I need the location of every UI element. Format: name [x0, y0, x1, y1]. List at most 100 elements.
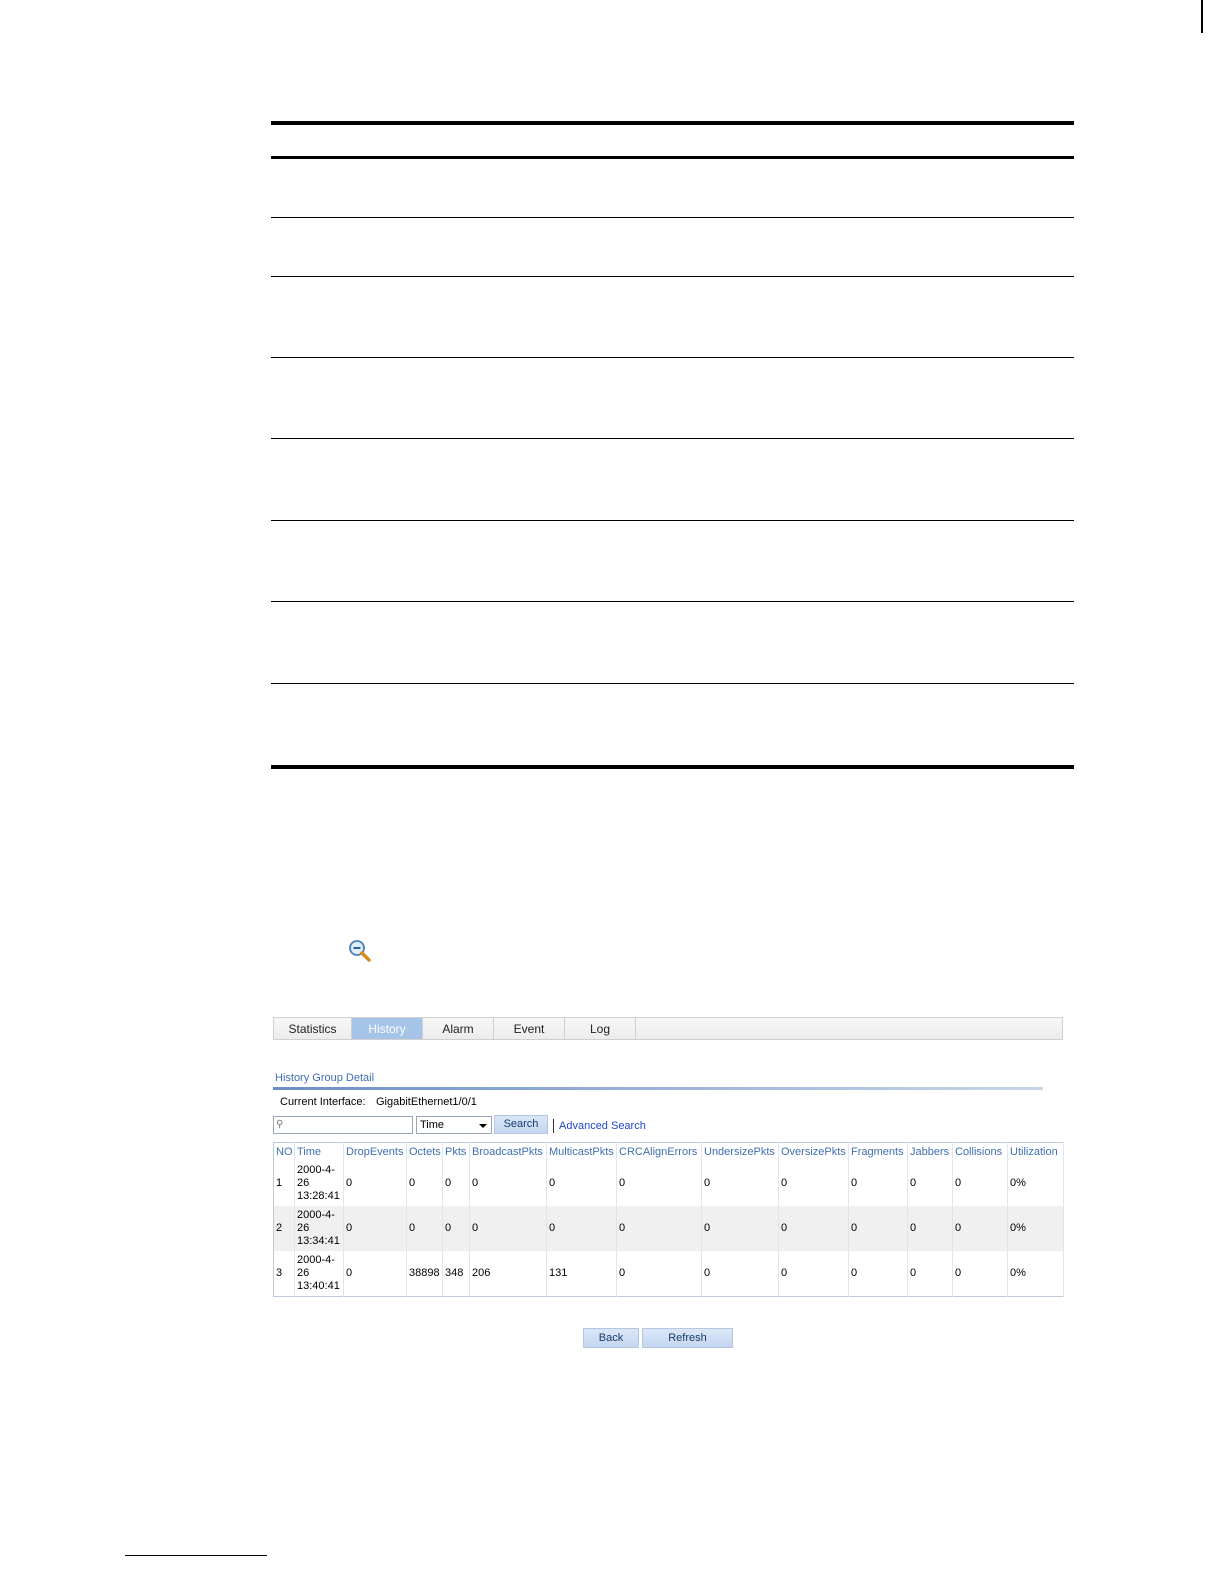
table-cell: 0 — [907, 1251, 953, 1297]
cell-no: 3 — [273, 1251, 295, 1297]
table-row: 3 2000-4- 26 13:40:41 0 38898 348 206 131 … — [273, 1251, 1064, 1297]
cell-time: 2000-4- 26 13:34:41 — [294, 1206, 344, 1251]
table-rule — [271, 217, 1074, 218]
table-cell: 0% — [1007, 1251, 1064, 1297]
column-header[interactable]: CRCAlignErrors — [616, 1142, 702, 1161]
search-field-select[interactable]: Time — [416, 1116, 492, 1134]
section-divider — [273, 1087, 1043, 1090]
table-cell: 0 — [952, 1206, 1008, 1251]
table-rule-top — [271, 121, 1074, 125]
table-rule — [271, 683, 1074, 684]
table-cell: 0 — [343, 1206, 407, 1251]
column-header[interactable]: Octets — [406, 1142, 443, 1161]
table-cell: 0 — [848, 1161, 908, 1206]
tab-history[interactable]: History — [352, 1018, 423, 1039]
tab-statistics[interactable]: Statistics — [274, 1018, 352, 1039]
table-cell: 348 — [442, 1251, 470, 1297]
column-header[interactable]: Jabbers — [907, 1142, 953, 1161]
tab-bar: Statistics History Alarm Event Log — [273, 1017, 1063, 1040]
table-cell: 0 — [701, 1161, 779, 1206]
tab-alarm[interactable]: Alarm — [423, 1018, 494, 1039]
time-clock: 13:40:41 — [297, 1280, 340, 1292]
table-cell: 0 — [778, 1251, 849, 1297]
table-cell: 0 — [469, 1206, 547, 1251]
column-header[interactable]: OversizePkts — [778, 1142, 849, 1161]
cell-time: 2000-4- 26 13:40:41 — [294, 1251, 344, 1297]
footnote-rule — [125, 1555, 267, 1556]
table-rule-header — [271, 156, 1074, 159]
table-cell: 0 — [546, 1206, 617, 1251]
cell-no: 1 — [273, 1161, 295, 1206]
table-cell: 0 — [442, 1206, 470, 1251]
table-cell: 131 — [546, 1251, 617, 1297]
table-row: 2 2000-4- 26 13:34:41 0 0 0 0 0 0 0 0 0 0 … — [273, 1206, 1064, 1251]
search-icon: ⚲ — [276, 1119, 284, 1130]
time-day: 26 — [297, 1267, 310, 1279]
table-cell: 0 — [406, 1206, 443, 1251]
time-day: 26 — [297, 1222, 310, 1234]
table-cell: 0 — [343, 1161, 407, 1206]
search-button[interactable]: Search — [494, 1115, 548, 1134]
table-cell: 0 — [616, 1206, 702, 1251]
table-cell: 0 — [616, 1251, 702, 1297]
column-header[interactable]: Fragments — [848, 1142, 908, 1161]
column-header[interactable]: MulticastPkts — [546, 1142, 617, 1161]
column-header[interactable]: DropEvents — [343, 1142, 407, 1161]
back-button[interactable]: Back — [583, 1328, 639, 1348]
time-clock: 13:28:41 — [297, 1190, 340, 1202]
table-rule-bottom — [271, 765, 1074, 769]
table-cell: 0 — [778, 1161, 849, 1206]
table-header-row: NO Time DropEvents Octets Pkts Broadcast… — [273, 1142, 1064, 1161]
time-day: 26 — [297, 1177, 310, 1189]
tab-event[interactable]: Event — [494, 1018, 565, 1039]
table-cell: 0 — [701, 1251, 779, 1297]
table-cell: 0% — [1007, 1161, 1064, 1206]
table-rule — [271, 601, 1074, 602]
history-table: NO Time DropEvents Octets Pkts Broadcast… — [273, 1142, 1064, 1297]
table-cell: 0 — [616, 1161, 702, 1206]
table-cell: 0 — [907, 1161, 953, 1206]
tab-log[interactable]: Log — [565, 1018, 636, 1039]
section-title: History Group Detail — [275, 1072, 375, 1084]
table-cell: 0 — [778, 1206, 849, 1251]
table-cell: 206 — [469, 1251, 547, 1297]
table-cell: 38898 — [406, 1251, 443, 1297]
column-header[interactable]: UndersizePkts — [701, 1142, 779, 1161]
column-header[interactable]: Time — [294, 1142, 344, 1161]
column-header[interactable]: Collisions — [952, 1142, 1008, 1161]
cell-time: 2000-4- 26 13:28:41 — [294, 1161, 344, 1206]
column-header[interactable]: Utilization — [1007, 1142, 1064, 1161]
interface-value: GigabitEthernet1/0/1 — [376, 1096, 477, 1108]
separator — [553, 1119, 554, 1133]
advanced-search-link[interactable]: Advanced Search — [559, 1120, 646, 1132]
time-clock: 13:34:41 — [297, 1235, 340, 1247]
search-input[interactable]: ⚲ — [273, 1116, 413, 1134]
search-field-value: Time — [420, 1119, 445, 1131]
table-cell: 0 — [546, 1161, 617, 1206]
table-cell: 0 — [469, 1161, 547, 1206]
zoom-out-icon[interactable] — [348, 939, 372, 963]
table-cell: 0 — [952, 1251, 1008, 1297]
table-cell: 0 — [701, 1206, 779, 1251]
table-row: 1 2000-4- 26 13:28:41 0 0 0 0 0 0 0 0 0 0 … — [273, 1161, 1064, 1206]
table-cell: 0 — [442, 1161, 470, 1206]
table-cell: 0 — [952, 1161, 1008, 1206]
column-header[interactable]: NO — [273, 1142, 295, 1161]
time-date: 2000-4- — [297, 1209, 335, 1221]
table-cell: 0 — [343, 1251, 407, 1297]
table-rule — [271, 520, 1074, 521]
column-header[interactable]: BroadcastPkts — [469, 1142, 547, 1161]
refresh-button[interactable]: Refresh — [642, 1328, 733, 1348]
table-cell: 0 — [848, 1206, 908, 1251]
time-date: 2000-4- — [297, 1254, 335, 1266]
cell-no: 2 — [273, 1206, 295, 1251]
table-cell: 0% — [1007, 1206, 1064, 1251]
table-cell: 0 — [907, 1206, 953, 1251]
time-date: 2000-4- — [297, 1164, 335, 1176]
table-rule — [271, 438, 1074, 439]
table-rule — [271, 276, 1074, 277]
table-cell: 0 — [406, 1161, 443, 1206]
page-edge-line — [1201, 0, 1203, 33]
chevron-down-icon — [479, 1124, 487, 1128]
column-header[interactable]: Pkts — [442, 1142, 470, 1161]
